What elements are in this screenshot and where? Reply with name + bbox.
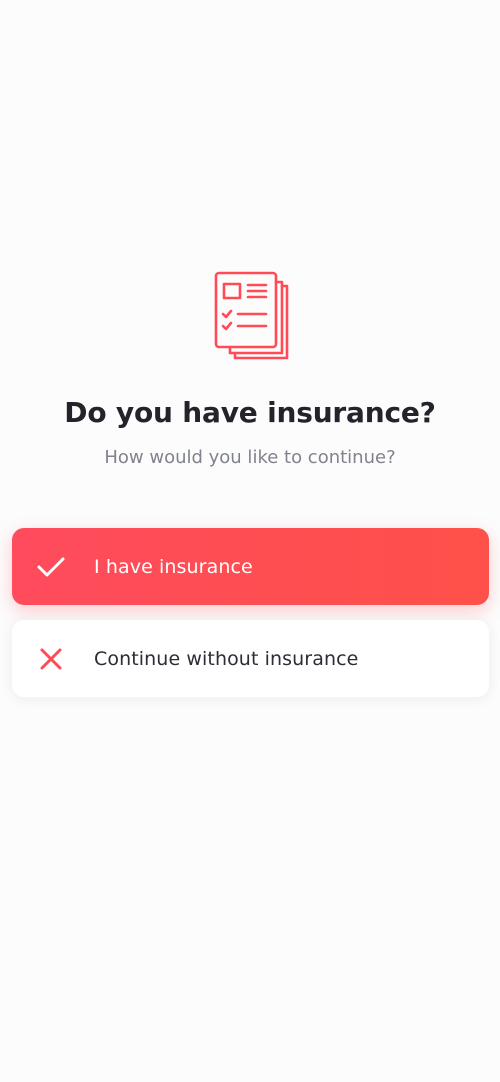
page-title: Do you have insurance? [64,396,436,429]
option-have-insurance[interactable]: I have insurance [12,528,489,605]
page-subtitle: How would you like to continue? [104,447,396,468]
option-continue-without-insurance[interactable]: Continue without insurance [12,620,489,697]
close-icon [36,644,66,674]
checkmark-icon [36,552,66,582]
insurance-document-icon [213,270,289,360]
option-label: Continue without insurance [94,647,359,670]
option-label: I have insurance [94,555,253,578]
